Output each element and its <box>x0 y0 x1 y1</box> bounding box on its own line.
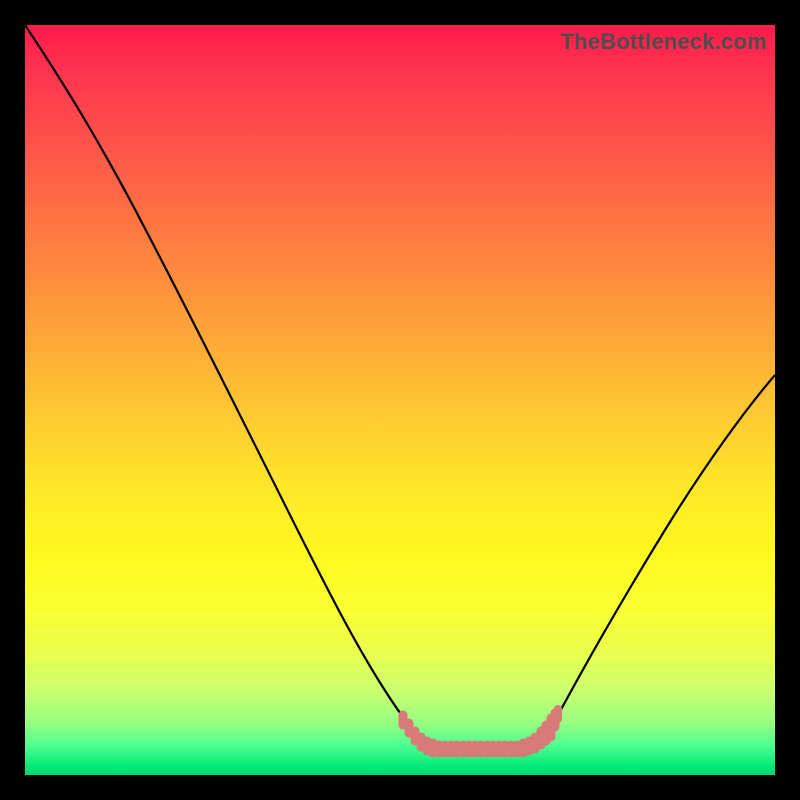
highlight-band <box>403 709 558 753</box>
plot-area: TheBottleneck.com <box>25 25 775 775</box>
bottleneck-curve <box>25 25 775 748</box>
chart-svg <box>25 25 775 775</box>
